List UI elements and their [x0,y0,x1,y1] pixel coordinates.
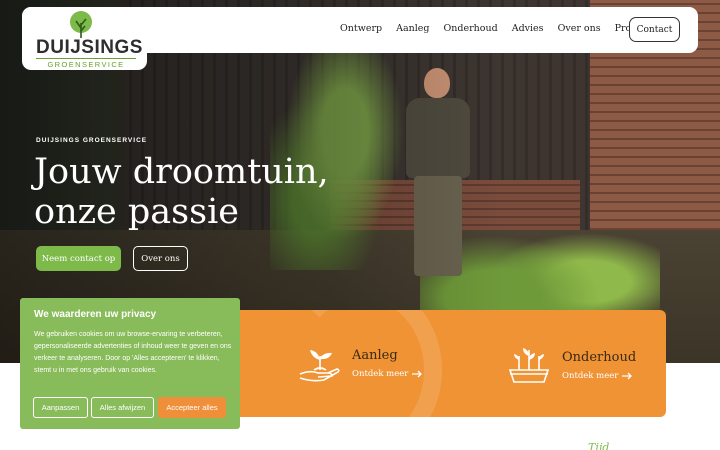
tree-logo-icon [70,11,92,38]
cookie-text: We gebruiken cookies om uw browse-ervari… [34,331,232,374]
contact-button[interactable]: Contact [629,17,680,42]
service-title: Onderhoud [562,349,637,365]
cookie-banner: We waarderen uw privacy We gebruiken coo… [20,298,240,429]
arrow-right-icon [622,372,633,379]
arrow-right-icon [412,370,423,377]
hero-headline: Jouw droomtuin, onze passie [34,152,364,232]
nav-item-onderhoud[interactable]: Onderhoud [444,22,498,36]
headline-line-2: onze passie [34,192,239,232]
about-button[interactable]: Over ons [133,246,188,271]
headline-line-1: Jouw droomtuin, [34,152,329,192]
nav-item-over-ons[interactable]: Over ons [558,22,601,36]
nav-item-aanleg[interactable]: Aanleg [396,22,429,36]
cookie-accept-button[interactable]: Accepteer alles [158,397,226,418]
logo-name: DUIJSINGS [36,37,143,58]
cookie-reject-button[interactable]: Alles afwijzen [91,397,154,418]
section-heading-peek: Tijd [588,441,610,450]
service-link[interactable]: Ontdek meer [352,369,423,379]
logo[interactable]: DUIJSINGS GROENSERVICE [22,7,147,70]
cookie-customize-button[interactable]: Aanpassen [33,397,88,418]
main-nav: Ontwerp Aanleg Onderhoud Advies Over ons… [340,22,675,36]
service-aanleg[interactable]: Aanleg Ontdek meer [296,340,423,386]
contact-cta-button[interactable]: Neem contact op [36,246,121,271]
hand-planting-icon [299,350,340,382]
service-onderhoud[interactable]: Onderhoud Ontdek meer [506,342,636,388]
services-bar: Aanleg Ontdek meer Onderhoud Ontdek meer [222,310,666,417]
nav-item-ontwerp[interactable]: Ontwerp [340,22,382,36]
planter-box-icon [508,348,550,383]
hero-eyebrow: DUIJSINGS GROENSERVICE [36,137,148,144]
nav-item-advies[interactable]: Advies [512,22,544,36]
service-title: Aanleg [352,347,398,363]
service-link[interactable]: Ontdek meer [562,371,636,381]
logo-tagline: GROENSERVICE [36,58,136,69]
cookie-title: We waarderen uw privacy [34,309,157,320]
